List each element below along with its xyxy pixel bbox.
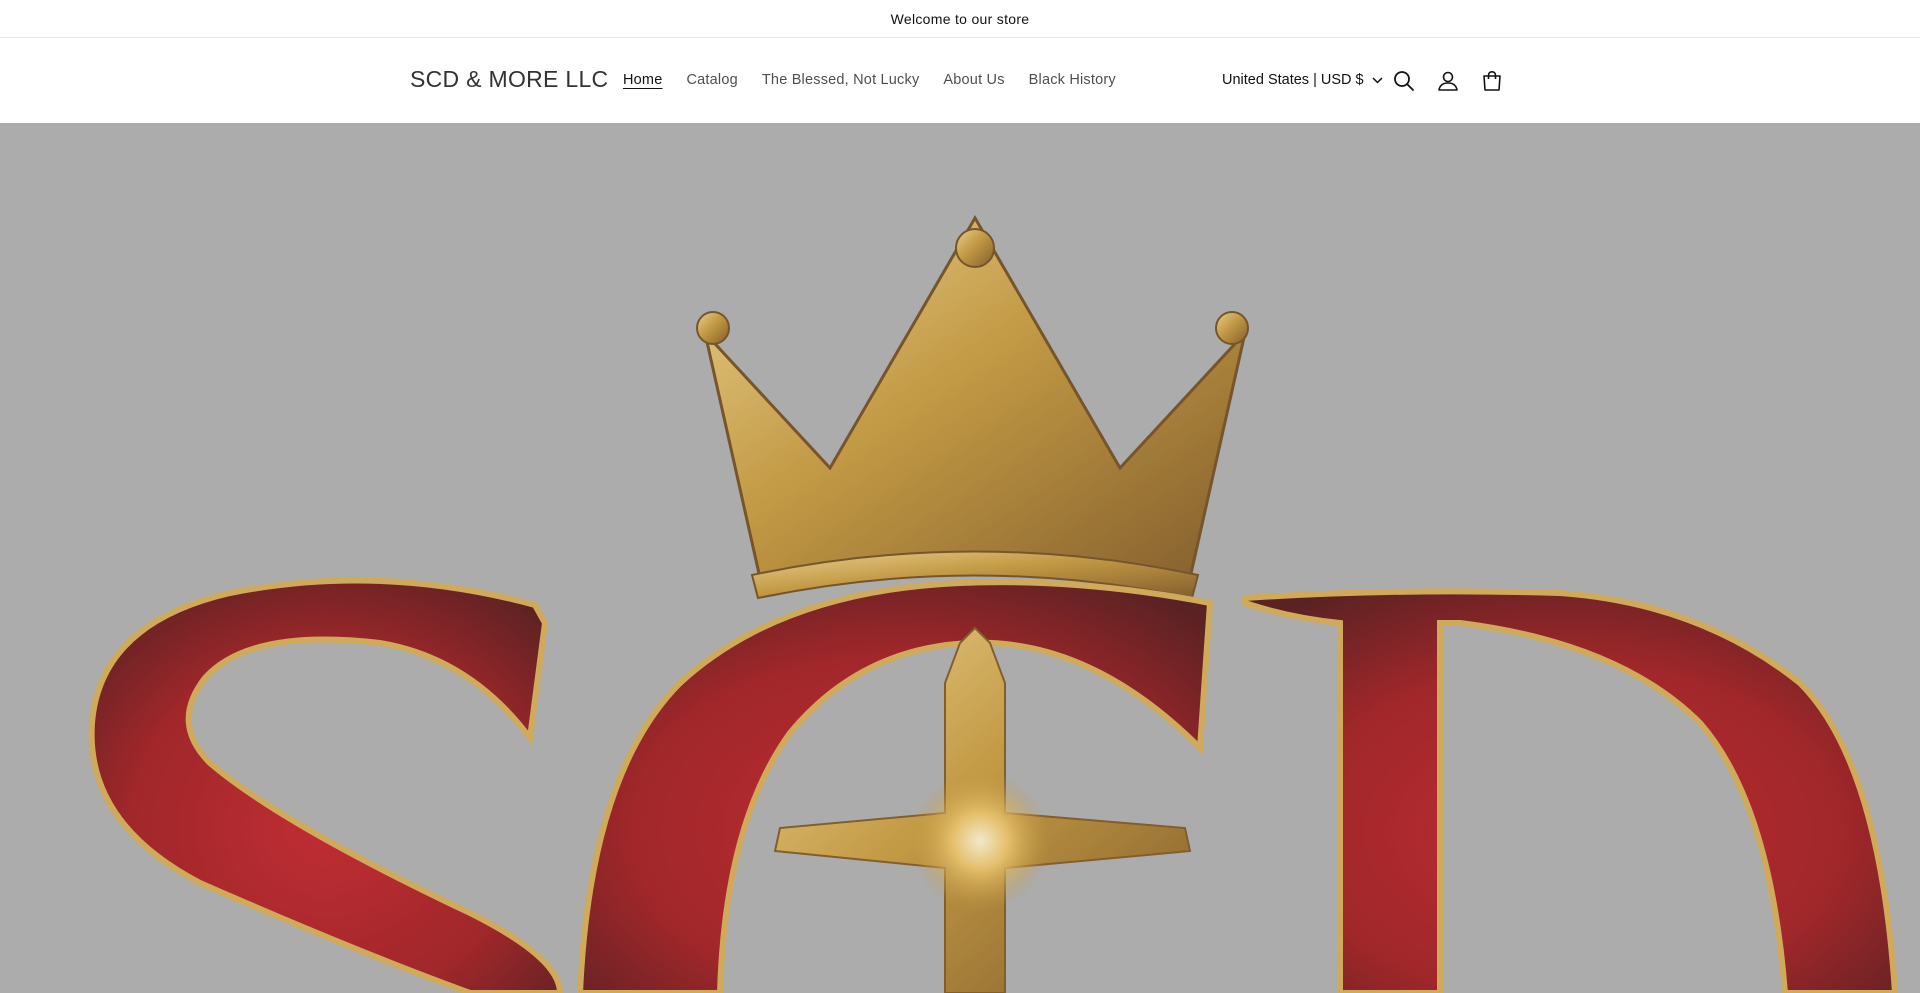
hero-banner xyxy=(0,123,1920,993)
cart-icon[interactable] xyxy=(1479,68,1505,94)
country-currency-label: United States | USD $ xyxy=(1222,72,1364,88)
nav-link-blessed-not-lucky[interactable]: The Blessed, Not Lucky xyxy=(762,72,920,88)
announcement-text: Welcome to our store xyxy=(890,10,1030,27)
scd-logo-image xyxy=(0,123,1920,993)
nav-link-black-history[interactable]: Black History xyxy=(1029,72,1116,88)
chevron-down-icon xyxy=(1372,72,1383,88)
announcement-bar: Welcome to our store xyxy=(0,0,1920,38)
store-logo-link[interactable]: SCD & MORE LLC xyxy=(410,66,608,93)
nav-link-home[interactable]: Home xyxy=(623,72,662,88)
search-icon[interactable] xyxy=(1391,68,1417,94)
site-header: SCD & MORE LLC Home Catalog The Blessed,… xyxy=(0,38,1920,123)
nav-link-catalog[interactable]: Catalog xyxy=(686,72,737,88)
main-nav: Home Catalog The Blessed, Not Lucky Abou… xyxy=(623,72,1140,88)
country-currency-selector[interactable]: United States | USD $ xyxy=(1222,72,1383,88)
account-icon[interactable] xyxy=(1435,68,1461,94)
nav-link-about-us[interactable]: About Us xyxy=(943,72,1004,88)
